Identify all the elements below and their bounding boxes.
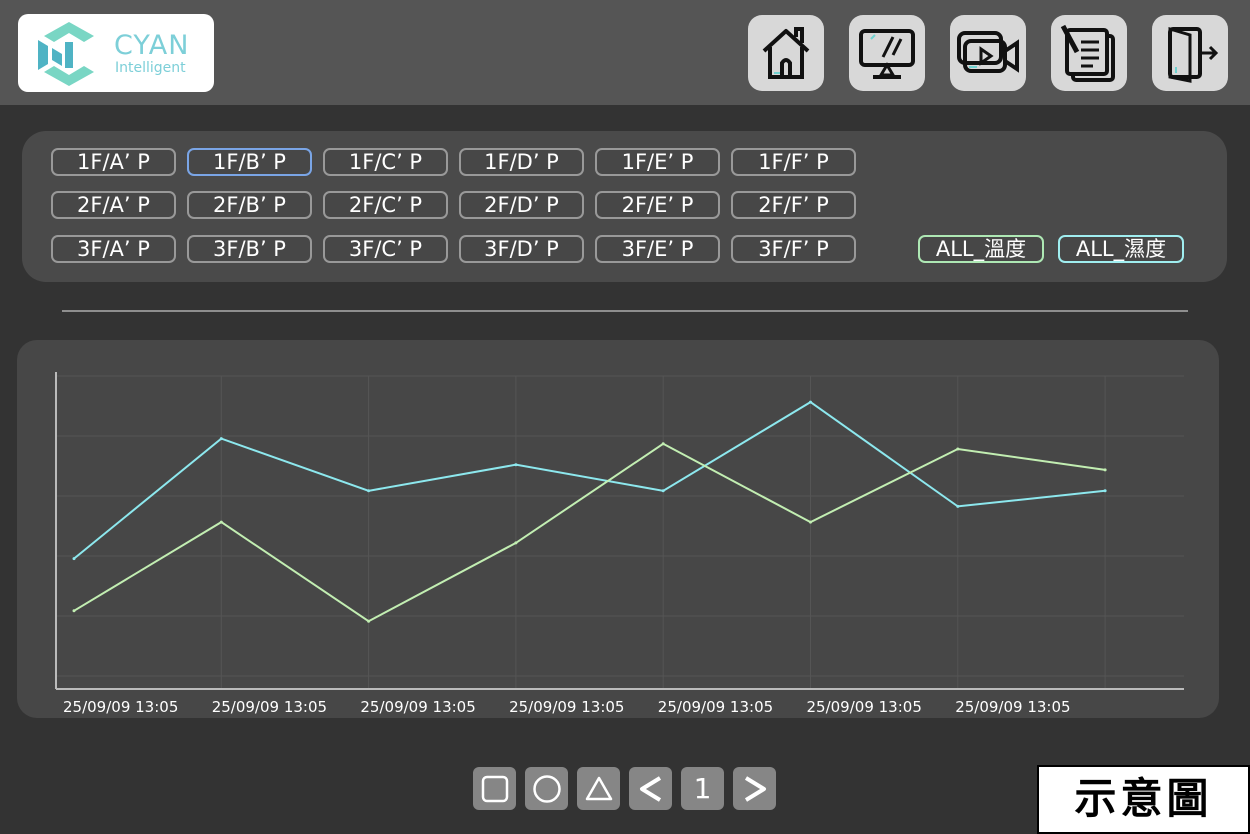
document-icon [1060, 24, 1115, 82]
exit-button[interactable] [1152, 15, 1228, 91]
x-tick-label: 25/09/09 13:05 [509, 698, 624, 716]
logo: CYAN Intelligent [18, 14, 214, 92]
sensor-tag-3f-b[interactable]: 3F/B’ P [187, 235, 312, 263]
data-point [809, 520, 812, 524]
chevron-left-icon [639, 775, 661, 802]
sensor-tag-2f-c[interactable]: 2F/C’ P [323, 191, 448, 219]
cyan-logo-mark [38, 22, 94, 86]
x-tick-label: 25/09/09 13:05 [63, 698, 178, 716]
data-point [661, 489, 665, 493]
all-temperature-button[interactable]: ALL_溫度 [918, 235, 1044, 263]
sensor-tag-3f-a[interactable]: 3F/A’ P [51, 235, 176, 263]
data-point [1103, 489, 1107, 493]
x-tick-label: 25/09/09 13:05 [658, 698, 773, 716]
monitor-button[interactable] [849, 15, 925, 91]
sensor-tag-1f-f[interactable]: 1F/F’ P [731, 148, 856, 176]
data-point [219, 437, 223, 441]
series-line-2 [73, 442, 1106, 623]
exit-icon [1168, 26, 1219, 83]
sensor-tag-1f-e[interactable]: 1F/E’ P [595, 148, 720, 176]
sensor-tag-2f-e[interactable]: 2F/E’ P [595, 191, 720, 219]
video-camera-icon [957, 31, 1019, 73]
sensor-tag-1f-d[interactable]: 1F/D’ P [459, 148, 584, 176]
x-tick-label: 25/09/09 13:05 [955, 698, 1070, 716]
data-point [72, 557, 76, 561]
sensor-tag-2f-a[interactable]: 2F/A’ P [51, 191, 176, 219]
previous-page-button[interactable] [629, 767, 672, 810]
logo-subtitle: Intelligent [115, 60, 186, 76]
x-tick-label: 25/09/09 13:05 [360, 698, 475, 716]
data-point [1103, 468, 1107, 472]
next-page-button[interactable] [733, 767, 776, 810]
sensor-tag-2f-b[interactable]: 2F/B’ P [187, 191, 312, 219]
data-point [956, 447, 960, 451]
data-point [367, 619, 371, 623]
x-tick-label: 25/09/09 13:05 [807, 698, 922, 716]
sensor-tag-2f-f[interactable]: 2F/F’ P [731, 191, 856, 219]
home-button[interactable] [748, 15, 824, 91]
square-icon [481, 775, 508, 802]
header-bar: CYAN Intelligent [0, 0, 1250, 105]
data-point [661, 442, 665, 446]
sensor-tag-1f-a[interactable]: 1F/A’ P [51, 148, 176, 176]
data-point [514, 541, 518, 545]
series-line-1 [73, 400, 1106, 560]
all-humidity-button[interactable]: ALL_濕度 [1058, 235, 1184, 263]
line-chart: 25/09/09 13:05 25/09/09 13:05 25/09/09 13:… [55, 372, 1184, 716]
section-divider [62, 310, 1188, 312]
triangle-button[interactable] [577, 767, 620, 810]
schematic-stamp: 示意圖 [1037, 765, 1250, 834]
sensor-tag-3f-f[interactable]: 3F/F’ P [731, 235, 856, 263]
circle-button[interactable] [525, 767, 568, 810]
data-point [72, 609, 76, 613]
sensor-tag-3f-c[interactable]: 3F/C’ P [323, 235, 448, 263]
circle-icon [532, 774, 561, 803]
x-tick-label: 25/09/09 13:05 [212, 698, 327, 716]
sensor-tag-3f-e[interactable]: 3F/E’ P [595, 235, 720, 263]
triangle-icon [585, 776, 612, 800]
data-point [514, 463, 518, 467]
data-point [809, 400, 812, 404]
sensor-tag-1f-b[interactable]: 1F/B’ P [187, 148, 312, 176]
video-button[interactable] [950, 15, 1026, 91]
chart-panel: 25/09/09 13:05 25/09/09 13:05 25/09/09 13:… [17, 340, 1219, 718]
logo-name: CYAN [114, 30, 190, 61]
sensor-tag-3f-d[interactable]: 3F/D’ P [459, 235, 584, 263]
home-icon [762, 27, 810, 79]
monitor-icon [859, 29, 915, 79]
document-button[interactable] [1051, 15, 1127, 91]
data-point [219, 520, 223, 524]
sensor-tag-1f-c[interactable]: 1F/C’ P [323, 148, 448, 176]
square-button[interactable] [473, 767, 516, 810]
sensor-tag-2f-d[interactable]: 2F/D’ P [459, 191, 584, 219]
chevron-right-icon [744, 775, 766, 802]
page-number: 1 [681, 767, 724, 810]
data-point [367, 489, 371, 493]
data-point [956, 504, 960, 508]
